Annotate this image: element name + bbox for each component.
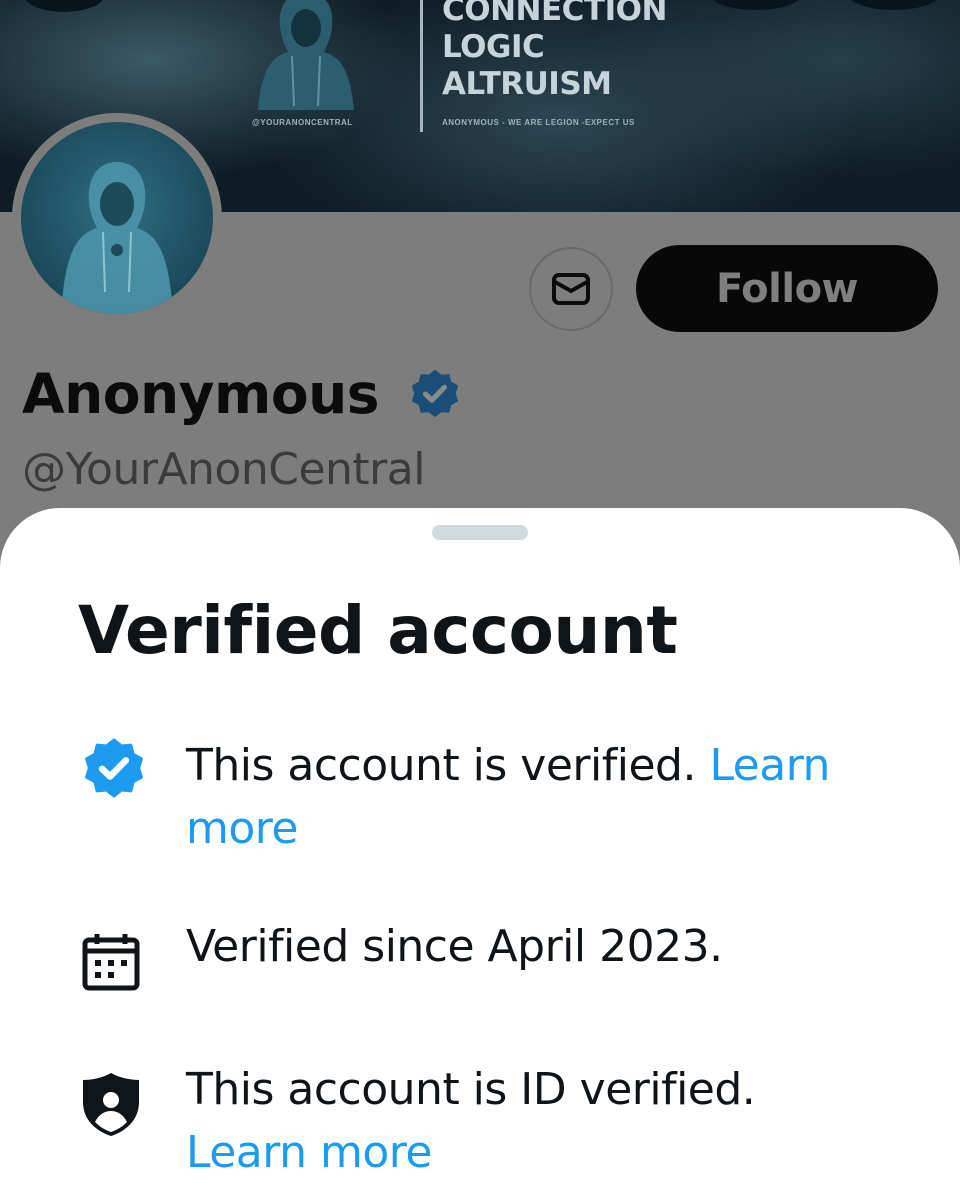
id-verified-row-text: This account is ID verified. Learn more [186, 1058, 886, 1184]
banner-divider [420, 0, 423, 132]
verified-account-sheet: Verified account This account is verifie… [0, 508, 960, 1200]
sheet-title: Verified account [78, 592, 678, 669]
avatar-image [21, 122, 213, 314]
banner-line: ALTRUISM [442, 66, 612, 102]
verified-since-text: Verified since April 2023. [186, 921, 723, 972]
banner-headline: CONNECTION LOGIC ALTRUISM [442, 0, 667, 103]
envelope-icon [552, 273, 590, 305]
verified-row-text: This account is verified. Learn more [186, 734, 886, 860]
verified-badge-icon [85, 738, 143, 798]
message-button[interactable] [529, 247, 613, 331]
sheet-drag-handle[interactable] [432, 525, 528, 540]
verified-badge-icon[interactable] [408, 368, 462, 422]
back-button[interactable] [22, 0, 106, 12]
id-verified-text: This account is ID verified. [186, 1064, 756, 1115]
avatar[interactable] [12, 113, 222, 323]
profile-handle: @YourAnonCentral [22, 444, 425, 495]
search-button[interactable] [708, 0, 804, 10]
hooded-figure-image [258, 0, 354, 110]
follow-button[interactable]: Follow [636, 245, 938, 332]
hooded-figure-image [61, 162, 173, 314]
verified-text: This account is verified. [186, 740, 696, 791]
more-options-button[interactable] [846, 0, 942, 10]
banner-line: LOGIC [442, 29, 545, 65]
banner-tagline: ANONYMOUS - WE ARE LEGION -EXPECT US [442, 118, 635, 127]
id-shield-icon [83, 1073, 139, 1136]
learn-more-link[interactable]: Learn more [186, 1127, 432, 1178]
profile-name: Anonymous [22, 362, 380, 426]
calendar-icon [82, 934, 140, 991]
banner-line: CONNECTION [442, 0, 667, 28]
banner-handle: @YOURANONCENTRAL [252, 118, 353, 127]
